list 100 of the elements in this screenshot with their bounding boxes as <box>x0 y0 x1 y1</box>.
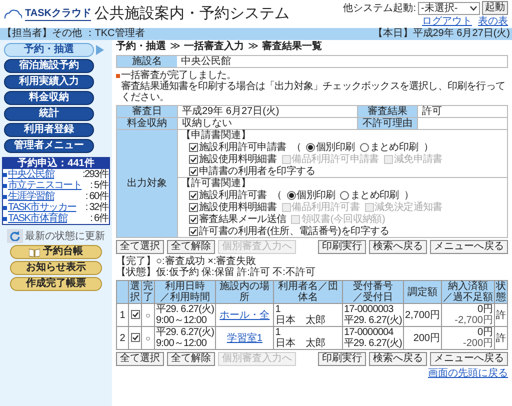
column-header: 利用者名／団体名 <box>277 281 340 303</box>
breadcrumb-item: 審査結果一覧 <box>262 41 322 52</box>
sidebar-button[interactable]: お知らせ表示 <box>10 261 102 275</box>
option-label: 備品利用許可書 <box>292 202 360 213</box>
option-label: 申請書の利用者を印字する <box>199 166 316 177</box>
back-to-top-link[interactable]: 画面の先頭に戻る <box>428 368 508 379</box>
facility-link[interactable]: 生涯学習館 <box>3 191 54 202</box>
checkbox[interactable] <box>189 143 198 152</box>
radio-button[interactable] <box>306 143 316 152</box>
parenthesis: ） <box>423 142 434 153</box>
option-label: 施設利用許可書 <box>199 190 267 201</box>
table-cell: 200円 <box>403 326 442 350</box>
checkbox[interactable] <box>189 155 198 164</box>
column-header: 状態 <box>496 281 506 303</box>
menu-button[interactable]: 管理者メニュー <box>4 139 94 153</box>
action-button[interactable]: 印刷実行 <box>318 352 366 366</box>
checkbox[interactable] <box>189 215 198 224</box>
sidebar-button[interactable]: 作成完了帳票 <box>10 277 102 291</box>
option-label: 施設利用許可申請書 <box>199 142 286 153</box>
logo-text: TASKクラウド <box>25 8 92 20</box>
facility-link[interactable]: TASK市サッカー <box>3 202 76 213</box>
sidebar-button[interactable]: 予約台帳 <box>10 245 102 259</box>
table-cell: 2,700円 <box>403 304 442 326</box>
column-header: 選択 <box>130 281 140 303</box>
table-cell-text: 日本 太郎 <box>275 315 326 326</box>
checkbox[interactable] <box>189 203 198 212</box>
facility-link[interactable]: 市立テニスコート <box>3 180 82 191</box>
action-button[interactable]: メニューへ戻る <box>430 352 508 366</box>
action-button[interactable]: 検索へ戻る <box>369 352 427 366</box>
action-button[interactable]: 全て選択 <box>116 352 164 366</box>
table-cell-text: 0円 <box>476 327 493 338</box>
table-cell: ○ <box>142 326 154 350</box>
table-cell-text: 9:00～12:00 <box>156 338 208 349</box>
refresh-icon <box>10 231 20 241</box>
menu-button[interactable]: 利用実績入力 <box>4 75 94 89</box>
request-count: : 6件 <box>90 213 108 224</box>
action-button[interactable]: 全て解除 <box>167 240 215 254</box>
menu-button[interactable]: 宿泊施設予約 <box>4 59 94 73</box>
request-count: :293件 <box>82 169 108 180</box>
table-cell-text: 0円 <box>476 304 493 315</box>
checkbox[interactable] <box>130 310 140 318</box>
table-cell-text: 17-0000004 <box>344 327 394 338</box>
system-select[interactable]: -未選択- <box>418 2 480 14</box>
group-title: 【申請書関連】 <box>181 130 252 141</box>
chevron-down-icon <box>470 6 477 10</box>
action-button[interactable]: 全て解除 <box>167 352 215 366</box>
parenthesis: （ <box>272 190 282 201</box>
option-label: まとめ印刷 <box>370 142 418 153</box>
field-label: 不許可理由 <box>357 118 417 129</box>
table-cell-text: 17-0000003 <box>344 304 394 315</box>
option-label: 施設使用料明細書 <box>199 154 277 165</box>
column-header: ／受付日 <box>352 292 394 303</box>
launch-button[interactable]: 起動 <box>482 1 508 15</box>
option-label: 個別印刷 <box>296 190 336 201</box>
reservation-title: 予約申込：441件 <box>3 158 109 169</box>
refresh-button[interactable]: 最新の状態に更新 <box>7 229 105 243</box>
table-cell: 平29. 6.27(火) <box>344 338 402 349</box>
option-label: 許可書の利用者(住所、電話番号)を印字する <box>199 226 390 237</box>
breadcrumb-separator: ≫ <box>170 41 180 52</box>
header-link[interactable]: ログアウト <box>422 16 472 27</box>
legend-text: 【完了】○:審査成功 ×:審査失敗 <box>116 256 256 267</box>
facility-link[interactable]: TASK市体育館 <box>3 213 67 224</box>
checkbox[interactable] <box>189 167 198 176</box>
table-cell-text: 9:00～12:00 <box>156 315 208 326</box>
option-label: 審査結果メール送信 <box>199 214 286 225</box>
header-link[interactable]: 表の表 <box>478 16 508 27</box>
option-label: 減免決定通知書 <box>374 202 442 213</box>
option-label: まとめ印刷 <box>350 190 399 201</box>
field-label: 審査結果 <box>357 106 417 117</box>
action-button[interactable]: 全て選択 <box>116 240 164 254</box>
table-cell: 許 <box>494 326 508 350</box>
checkbox[interactable] <box>189 191 198 200</box>
arrow-icon <box>96 45 104 55</box>
column-header: 施設内の場所 <box>218 281 271 303</box>
action-button[interactable]: 印刷実行 <box>318 240 366 254</box>
menu-button[interactable]: 料金収納 <box>4 91 94 105</box>
checkbox[interactable] <box>189 227 198 236</box>
table-cell: 平29. 6.27(火) <box>156 304 214 315</box>
column-header: 受付番号 <box>352 281 394 292</box>
menu-button[interactable]: 統計 <box>4 107 94 121</box>
radio-button[interactable] <box>360 143 369 152</box>
table-cell: 平29. 6.27(火) <box>156 327 214 338</box>
launch-label: 他システム起動: <box>343 2 416 14</box>
menu-button[interactable]: 利用者登録 <box>4 123 94 137</box>
today-date: 【本日】平成29年 6月27日(火) <box>372 28 510 40</box>
table-cell-text: 1 <box>275 327 282 338</box>
request-count: : 32件 <box>85 202 108 213</box>
table-cell: 平29. 6.27(火) <box>344 315 402 326</box>
table-cell-text: -200円 <box>462 338 493 349</box>
book-icon <box>29 248 40 256</box>
field-label: 料金収納 <box>117 118 177 129</box>
menu-button[interactable]: 予約・抽選 <box>4 43 94 57</box>
radio-button[interactable] <box>340 191 350 200</box>
facility-link[interactable]: 中央公民館 <box>3 169 54 180</box>
checkbox[interactable] <box>130 332 140 342</box>
radio-button[interactable] <box>286 191 296 200</box>
action-button[interactable]: 検索へ戻る <box>369 240 427 254</box>
legend-text: 【状態】仮:仮予約 保:保留 許:許可 不:不許可 <box>116 267 316 278</box>
action-button[interactable]: メニューへ戻る <box>430 240 508 254</box>
field-value: 中央公民館 <box>180 56 232 67</box>
